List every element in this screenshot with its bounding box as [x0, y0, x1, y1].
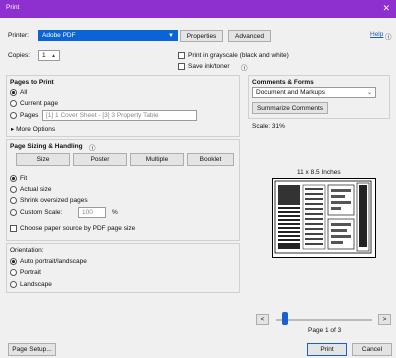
- orientation-heading: Orientation:: [10, 247, 44, 254]
- copies-input[interactable]: 1 ▲: [38, 50, 60, 61]
- comments-heading: Comments & Forms: [252, 79, 314, 86]
- grayscale-checkbox[interactable]: [178, 52, 185, 59]
- paper-source-checkbox[interactable]: [10, 225, 17, 232]
- paper-size-label: 11 x 8.5 Inches: [297, 169, 341, 176]
- pages-to-print-heading: Pages to Print: [10, 79, 54, 86]
- custom-scale-input[interactable]: 100: [78, 207, 106, 218]
- page-slider-thumb[interactable]: [282, 312, 288, 325]
- pages-label: Pages: [20, 112, 39, 119]
- title-bar: Print ✕: [0, 0, 396, 18]
- info-icon[interactable]: ⓘ: [241, 62, 248, 72]
- actual-size-radio[interactable]: [10, 186, 17, 193]
- landscape-radio[interactable]: [10, 281, 17, 288]
- window-title: Print: [6, 4, 20, 11]
- page-indicator: Page 1 of 3: [308, 327, 342, 334]
- comments-value: Document and Markups: [256, 89, 326, 96]
- fit-label: Fit: [20, 175, 28, 182]
- shrink-label: Shrink oversized pages: [20, 197, 88, 204]
- save-ink-checkbox[interactable]: [178, 63, 185, 70]
- current-page-label: Current page: [20, 100, 58, 107]
- comments-select[interactable]: Document and Markups ⌄: [252, 87, 376, 98]
- multiple-tab[interactable]: Multiple: [130, 153, 184, 166]
- copies-label: Copies:: [8, 52, 31, 59]
- poster-tab[interactable]: Poster: [73, 153, 127, 166]
- booklet-tab[interactable]: Booklet: [187, 153, 234, 166]
- percent-label: %: [112, 209, 118, 216]
- pages-radio[interactable]: [10, 112, 17, 119]
- close-icon[interactable]: ✕: [382, 3, 390, 14]
- page-sizing-heading: Page Sizing & Handling: [10, 143, 83, 150]
- sizing-info-icon[interactable]: ⓘ: [89, 142, 96, 152]
- save-ink-label: Save ink/toner: [188, 63, 230, 70]
- actual-size-label: Actual size: [20, 186, 52, 193]
- current-page-radio[interactable]: [10, 100, 17, 107]
- pages-range-value: [1] 1 Cover Sheet - [3] 3 Property Table: [46, 112, 159, 119]
- portrait-radio[interactable]: [10, 269, 17, 276]
- auto-orientation-radio[interactable]: [10, 258, 17, 265]
- landscape-label: Landscape: [20, 281, 52, 288]
- fit-radio[interactable]: [10, 175, 17, 182]
- help-link[interactable]: Help: [370, 31, 383, 38]
- more-options-toggle[interactable]: ▸ More Options: [11, 125, 55, 133]
- page-preview: [272, 178, 376, 258]
- page-slider-track[interactable]: [276, 319, 372, 321]
- stepper-icon[interactable]: ▲: [51, 51, 56, 61]
- properties-button[interactable]: Properties: [180, 30, 223, 42]
- copies-value: 1: [42, 52, 46, 59]
- printer-select[interactable]: Adobe PDF ▼: [38, 30, 178, 41]
- prev-page-button[interactable]: <: [256, 314, 269, 325]
- page-setup-button[interactable]: Page Setup...: [8, 343, 56, 356]
- pages-range-input[interactable]: [1] 1 Cover Sheet - [3] 3 Property Table: [42, 110, 197, 121]
- next-page-button[interactable]: >: [378, 314, 391, 325]
- all-radio[interactable]: [10, 89, 17, 96]
- portrait-label: Portrait: [20, 269, 41, 276]
- more-options-label: More Options: [16, 126, 56, 133]
- print-button[interactable]: Print: [307, 343, 347, 356]
- chevron-down-icon: ▼: [168, 33, 174, 39]
- chevron-down-icon: ⌄: [366, 90, 372, 96]
- summarize-comments-button[interactable]: Summarize Comments: [252, 102, 328, 114]
- printer-label: Printer:: [8, 32, 29, 39]
- printer-value: Adobe PDF: [42, 32, 76, 39]
- advanced-button[interactable]: Advanced: [228, 30, 271, 42]
- shrink-radio[interactable]: [10, 197, 17, 204]
- paper-source-label: Choose paper source by PDF page size: [20, 225, 136, 232]
- scale-label: Scale: 31%: [252, 123, 285, 130]
- custom-scale-radio[interactable]: [10, 209, 17, 216]
- all-label: All: [20, 89, 28, 96]
- help-icon[interactable]: ⓘ: [385, 31, 392, 41]
- grayscale-label: Print in grayscale (black and white): [188, 52, 289, 59]
- size-tab[interactable]: Size: [16, 153, 70, 166]
- custom-scale-value: 100: [82, 209, 93, 216]
- cancel-button[interactable]: Cancel: [352, 343, 392, 356]
- auto-orientation-label: Auto portrait/landscape: [20, 258, 87, 265]
- custom-scale-label: Custom Scale:: [20, 209, 63, 216]
